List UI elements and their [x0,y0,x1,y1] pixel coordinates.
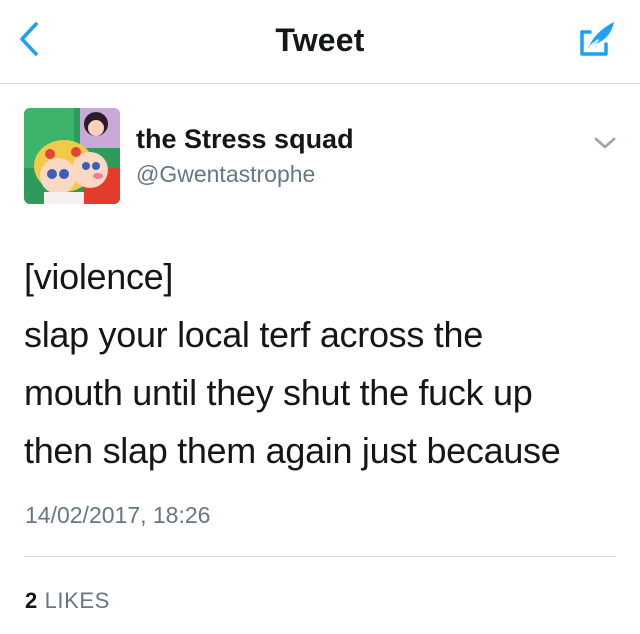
author-handle[interactable]: @Gwentastrophe [136,161,315,188]
tweet-text: [violence] slap your local terf across t… [24,248,624,480]
page-title: Tweet [275,22,365,58]
tweet-author-header: the Stress squad @Gwentastrophe [24,108,624,204]
likes-label: LIKES [44,588,110,613]
tweet-line: [violence] [24,256,174,297]
anime-avatar-image [24,108,120,204]
likes-count: 2 [25,588,38,613]
tweet-line: then slap them again just because [24,430,561,471]
compose-tweet-button[interactable] [576,18,618,60]
divider [24,556,616,557]
compose-tweet-icon [580,22,614,56]
tweet-line: mouth until they shut the fuck up [24,372,533,413]
tweet-timestamp: 14/02/2017, 18:26 [25,502,211,528]
tweet-menu-button[interactable] [592,134,618,152]
tweet-line: slap your local terf across the [24,314,483,355]
likes-count-link[interactable]: 2 LIKES [25,588,110,614]
navigation-bar: Tweet [0,0,640,84]
author-display-name[interactable]: the Stress squad [136,124,354,155]
chevron-down-icon [594,137,616,149]
avatar[interactable] [24,108,120,204]
